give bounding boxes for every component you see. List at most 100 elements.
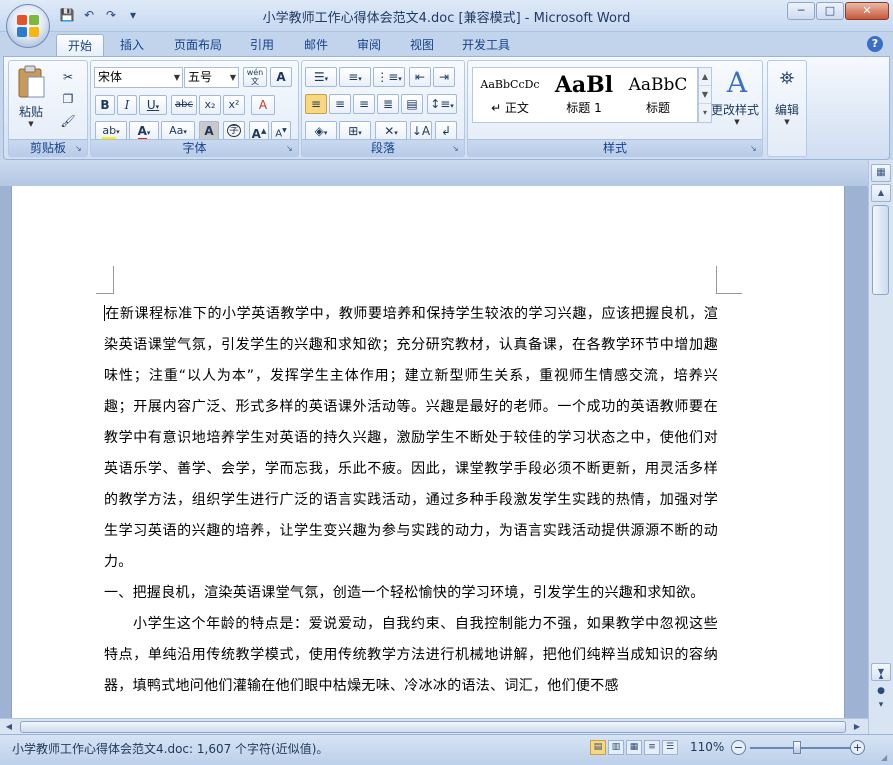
clear-formatting-button[interactable]: A — [251, 95, 275, 115]
paragraph[interactable]: 在新课程标准下的小学英语教学中，教师要培养和保持学生较浓的学习兴趣，应该把握良机… — [104, 299, 718, 578]
draft-icon[interactable]: ☰ — [662, 740, 678, 755]
bullets-icon: ☰ — [313, 70, 325, 84]
strikethrough-icon: abc — [175, 99, 193, 110]
decrease-indent-icon: ⇤ — [414, 70, 426, 84]
style-preview: AaBbCcDc — [480, 78, 540, 91]
subscript-button[interactable]: x₂ — [199, 95, 221, 115]
scroll-thumb[interactable] — [872, 205, 889, 295]
shrink-font-button[interactable]: A▼ — [271, 121, 291, 141]
tab-mailings[interactable]: 邮件 — [296, 34, 336, 57]
superscript-button[interactable]: x² — [223, 95, 245, 115]
grow-font-button[interactable]: A▲ — [249, 121, 269, 141]
sort-button[interactable]: ↓A — [410, 121, 432, 141]
borders-icon: ⊞ — [348, 124, 359, 138]
strikethrough-button[interactable]: abc — [171, 95, 197, 115]
char-shading-button[interactable]: A — [199, 121, 219, 141]
scroll-right-arrow[interactable]: ▶ — [850, 720, 864, 734]
next-page-icon[interactable]: ▾ — [876, 700, 886, 710]
tab-references[interactable]: 引用 — [242, 34, 282, 57]
editing-button[interactable]: ⛯ 编辑 ▼ — [768, 65, 806, 137]
vertical-scrollbar[interactable]: ▦ ▲ ▼ ▴ ● ▾ — [868, 160, 893, 734]
show-marks-button[interactable]: ↲ — [435, 121, 457, 141]
scroll-left-arrow[interactable]: ◀ — [2, 720, 16, 734]
style-title[interactable]: AaBbC 标题 — [623, 70, 693, 120]
style-heading-1[interactable]: AaBl 标题 1 — [549, 70, 619, 120]
web-layout-icon[interactable]: ▦ — [626, 740, 642, 755]
cut-button[interactable]: ✂ — [57, 67, 79, 87]
tab-insert[interactable]: 插入 — [112, 34, 152, 57]
maximize-button[interactable]: □ — [816, 2, 844, 20]
borders-button[interactable]: ⊞▾ — [339, 121, 371, 141]
multilevel-list-button[interactable]: ⋮≡▾ — [373, 67, 405, 87]
dialog-launcher-icon[interactable]: ↘ — [75, 144, 84, 153]
underline-button[interactable]: U▾ — [139, 95, 167, 115]
paint-bucket-icon: ◈ — [314, 124, 324, 138]
dialog-launcher-icon[interactable]: ↘ — [452, 144, 461, 153]
office-button[interactable] — [6, 4, 50, 48]
paragraph[interactable]: 小学生这个年龄的特点是：爱说爱动，自我约束、自我控制能力不强，如果教学中忽视这些… — [104, 609, 718, 702]
decrease-indent-button[interactable]: ⇤ — [409, 67, 431, 87]
distributed-button[interactable]: ▤ — [401, 94, 423, 114]
char-border-button[interactable]: A — [270, 67, 292, 87]
scroll-thumb[interactable] — [20, 721, 846, 733]
zoom-out-button[interactable]: − — [731, 740, 746, 755]
previous-page-icon[interactable]: ▴ — [876, 672, 886, 682]
tab-home[interactable]: 开始 — [56, 34, 104, 57]
paragraph[interactable]: 一、把握良机，渲染英语课堂气氛，创造一个轻松愉快的学习环境，引发学生的兴趣和求知… — [104, 578, 718, 609]
full-screen-reading-icon[interactable]: ▥ — [608, 740, 624, 755]
scroll-up-arrow[interactable]: ▲ — [871, 184, 891, 202]
format-painter-button[interactable]: 🖌 — [57, 111, 79, 131]
change-case-button[interactable]: Aa▾ — [161, 121, 195, 141]
align-left-icon: ≡ — [310, 97, 322, 111]
office-logo-icon — [16, 14, 40, 38]
justify-button[interactable]: ≣ — [377, 94, 399, 114]
multilevel-list-icon: ⋮≡ — [376, 70, 399, 84]
font-name-combo[interactable]: 宋体 ▼ — [94, 67, 183, 88]
font-size-combo[interactable]: 五号 ▼ — [184, 67, 239, 88]
document-body[interactable]: 在新课程标准下的小学英语教学中，教师要培养和保持学生较浓的学习兴趣，应该把握良机… — [104, 299, 718, 702]
align-right-button[interactable]: ≡ — [353, 94, 375, 114]
dialog-launcher-icon[interactable]: ↘ — [286, 144, 295, 153]
tab-developer[interactable]: 开发工具 — [454, 34, 518, 57]
chinese-layout-button[interactable]: ✕▾ — [375, 121, 407, 141]
bold-button[interactable]: B — [95, 95, 115, 115]
align-left-button[interactable]: ≡ — [305, 94, 327, 114]
zoom-level[interactable]: 110% — [690, 740, 724, 754]
font-color-button[interactable]: A▾ — [129, 121, 159, 141]
document-stats[interactable]: 小学教师工作心得体会范文4.doc: 1,607 个字符(近似值)。 — [12, 740, 328, 757]
increase-indent-button[interactable]: ⇥ — [433, 67, 455, 87]
enclose-char-button[interactable]: 字 — [223, 121, 245, 141]
browse-object-icon[interactable]: ● — [876, 686, 886, 696]
outline-icon[interactable]: ≡ — [644, 740, 660, 755]
shading-button[interactable]: ◈▾ — [305, 121, 337, 141]
resize-grip-icon[interactable]: ◢ — [881, 753, 891, 763]
dialog-launcher-icon[interactable]: ↘ — [750, 144, 759, 153]
align-center-button[interactable]: ≡ — [329, 94, 351, 114]
chevron-up-icon[interactable]: ▲ — [699, 68, 711, 86]
tab-page-layout[interactable]: 页面布局 — [166, 34, 230, 57]
numbering-button[interactable]: ≡▾ — [339, 67, 371, 87]
minimize-button[interactable]: ─ — [787, 2, 815, 20]
zoom-in-button[interactable]: + — [850, 740, 865, 755]
style-name: 标题 1 — [566, 101, 602, 115]
copy-button[interactable]: ❐ — [57, 89, 79, 109]
horizontal-scrollbar[interactable]: ◀ ▶ — [0, 718, 868, 734]
copy-icon: ❐ — [62, 92, 74, 106]
tab-review[interactable]: 审阅 — [349, 34, 389, 57]
phonetic-guide-button[interactable]: wén 文 — [243, 67, 267, 87]
print-layout-icon[interactable]: ▤ — [590, 740, 606, 755]
bullets-button[interactable]: ☰▾ — [305, 67, 337, 87]
zoom-slider-thumb[interactable] — [793, 741, 801, 754]
close-button[interactable]: ✕ — [845, 2, 889, 20]
change-styles-button[interactable]: A 更改样式 ▼ — [711, 65, 762, 137]
ruler-toggle-icon[interactable]: ▦ — [871, 164, 891, 182]
highlight-button[interactable]: ab▾ — [95, 121, 127, 141]
document-page[interactable]: 在新课程标准下的小学英语教学中，教师要培养和保持学生较浓的学习兴趣，应该把握良机… — [11, 186, 845, 734]
brush-icon: 🖌 — [60, 114, 76, 128]
line-spacing-button[interactable]: ↕≡▾ — [427, 94, 457, 114]
help-icon[interactable]: ? — [867, 36, 883, 52]
style-normal[interactable]: AaBbCcDc ↵ 正文 — [475, 70, 545, 120]
italic-button[interactable]: I — [117, 95, 137, 115]
paste-button[interactable]: 粘贴 ▼ — [13, 65, 49, 137]
tab-view[interactable]: 视图 — [402, 34, 442, 57]
